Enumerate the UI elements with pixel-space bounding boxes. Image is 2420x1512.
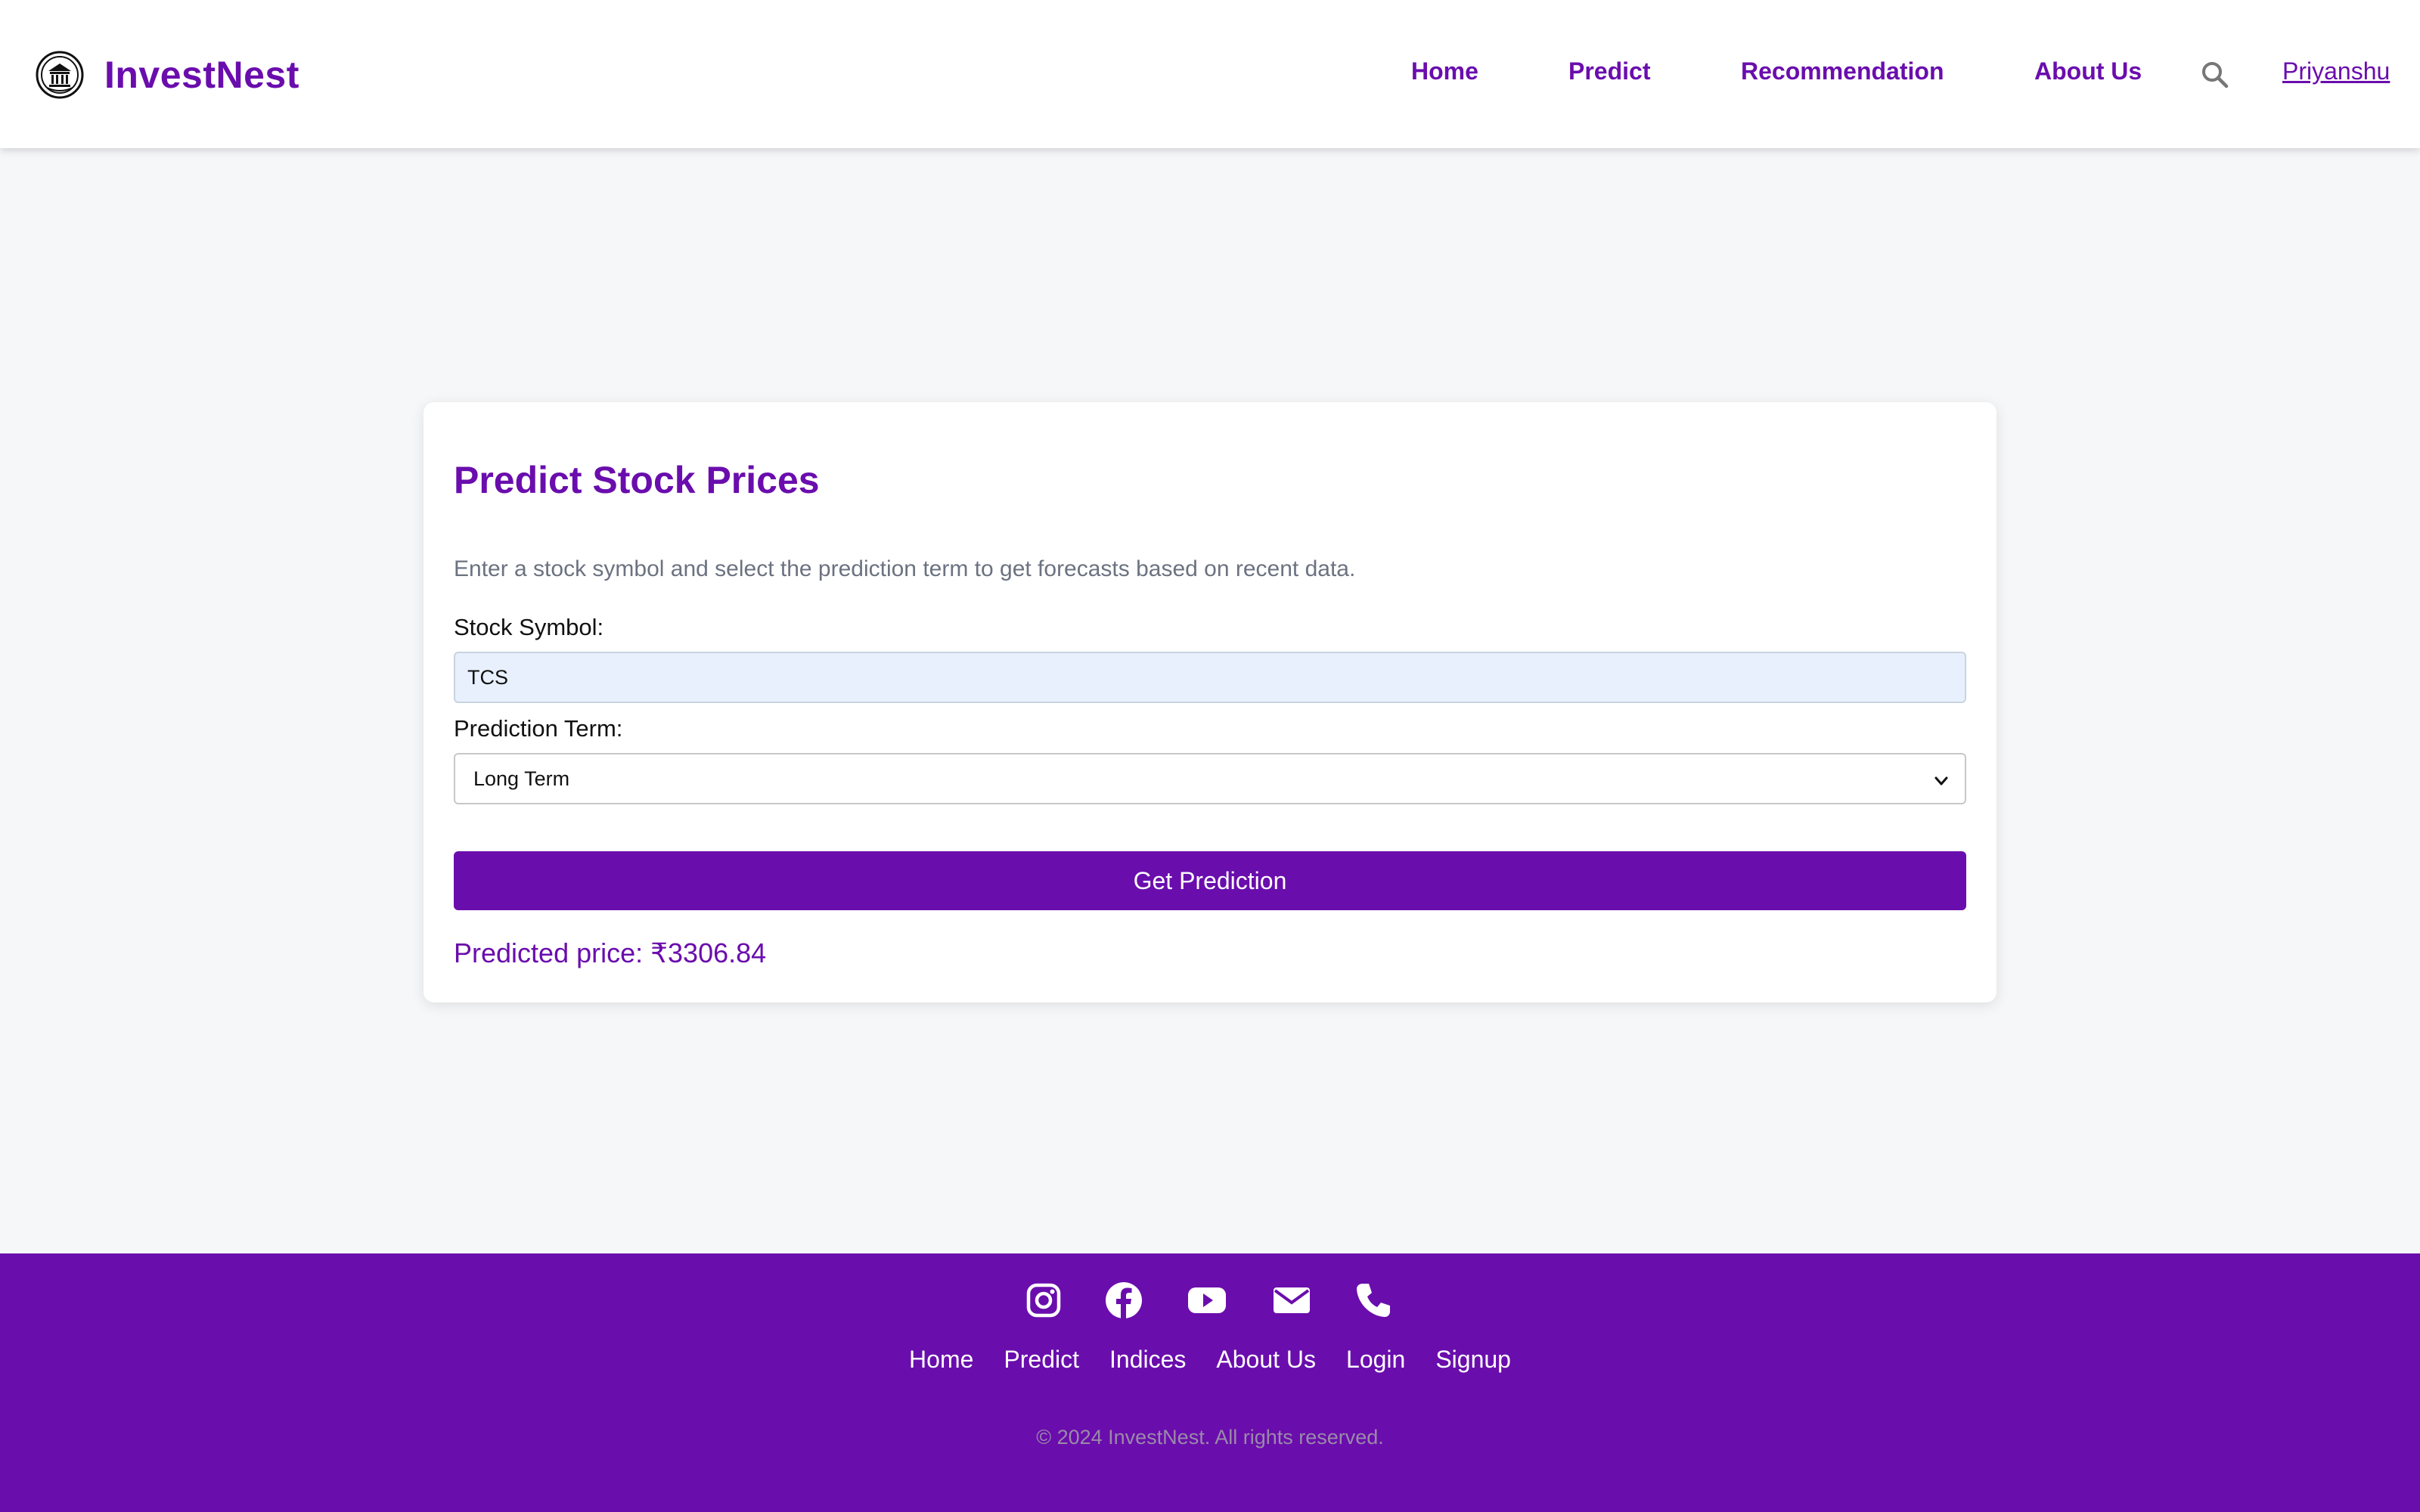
brand-name: InvestNest bbox=[104, 54, 299, 96]
nav-about-us-link[interactable]: About Us bbox=[2034, 57, 2142, 95]
nav-recommendation-link[interactable]: Recommendation bbox=[1741, 57, 1944, 95]
form-description: Enter a stock symbol and select the pred… bbox=[454, 556, 1356, 581]
top-navbar: InvestNest Home Predict Recommendation A… bbox=[0, 0, 2420, 148]
footer-link-indices[interactable]: Indices bbox=[1109, 1346, 1186, 1374]
search-icon[interactable] bbox=[2201, 60, 2229, 89]
bank-building-icon bbox=[36, 51, 84, 99]
stock-symbol-input[interactable] bbox=[454, 652, 1966, 703]
footer-link-about-us[interactable]: About Us bbox=[1216, 1346, 1316, 1374]
instagram-icon[interactable] bbox=[1022, 1279, 1065, 1321]
get-prediction-button[interactable]: Get Prediction bbox=[454, 851, 1966, 910]
mail-icon[interactable] bbox=[1270, 1279, 1313, 1321]
nav-home-link[interactable]: Home bbox=[1411, 57, 1478, 95]
prediction-term-selected-value: Long Term bbox=[473, 767, 570, 790]
predicted-price-result: Predicted price: ₹3306.84 bbox=[454, 937, 767, 968]
nav-predict-link[interactable]: Predict bbox=[1568, 57, 1650, 95]
facebook-icon[interactable] bbox=[1103, 1279, 1145, 1321]
brand-logo[interactable]: InvestNest bbox=[35, 48, 299, 101]
stock-symbol-label: Stock Symbol: bbox=[454, 614, 604, 640]
prediction-term-label: Prediction Term: bbox=[454, 715, 623, 742]
footer-links: Home Predict Indices About Us Login Sign… bbox=[0, 1346, 2420, 1374]
phone-icon[interactable] bbox=[1352, 1279, 1395, 1321]
footer-link-predict[interactable]: Predict bbox=[1004, 1346, 1079, 1374]
footer-link-login[interactable]: Login bbox=[1346, 1346, 1405, 1374]
social-icons bbox=[0, 1279, 2420, 1325]
page-title: Predict Stock Prices bbox=[454, 459, 820, 501]
chevron-down-icon bbox=[1934, 776, 1948, 785]
prediction-card: Predict Stock Prices Enter a stock symbo… bbox=[424, 402, 1996, 1002]
footer-link-signup[interactable]: Signup bbox=[1435, 1346, 1511, 1374]
user-profile-link[interactable]: Priyanshu bbox=[2282, 57, 2390, 85]
footer: Home Predict Indices About Us Login Sign… bbox=[0, 1253, 2420, 1512]
copyright-text: © 2024 InvestNest. All rights reserved. bbox=[1036, 1426, 1384, 1448]
footer-link-home[interactable]: Home bbox=[909, 1346, 973, 1374]
youtube-icon[interactable] bbox=[1186, 1279, 1228, 1321]
prediction-term-select[interactable]: Long Term bbox=[454, 753, 1966, 804]
